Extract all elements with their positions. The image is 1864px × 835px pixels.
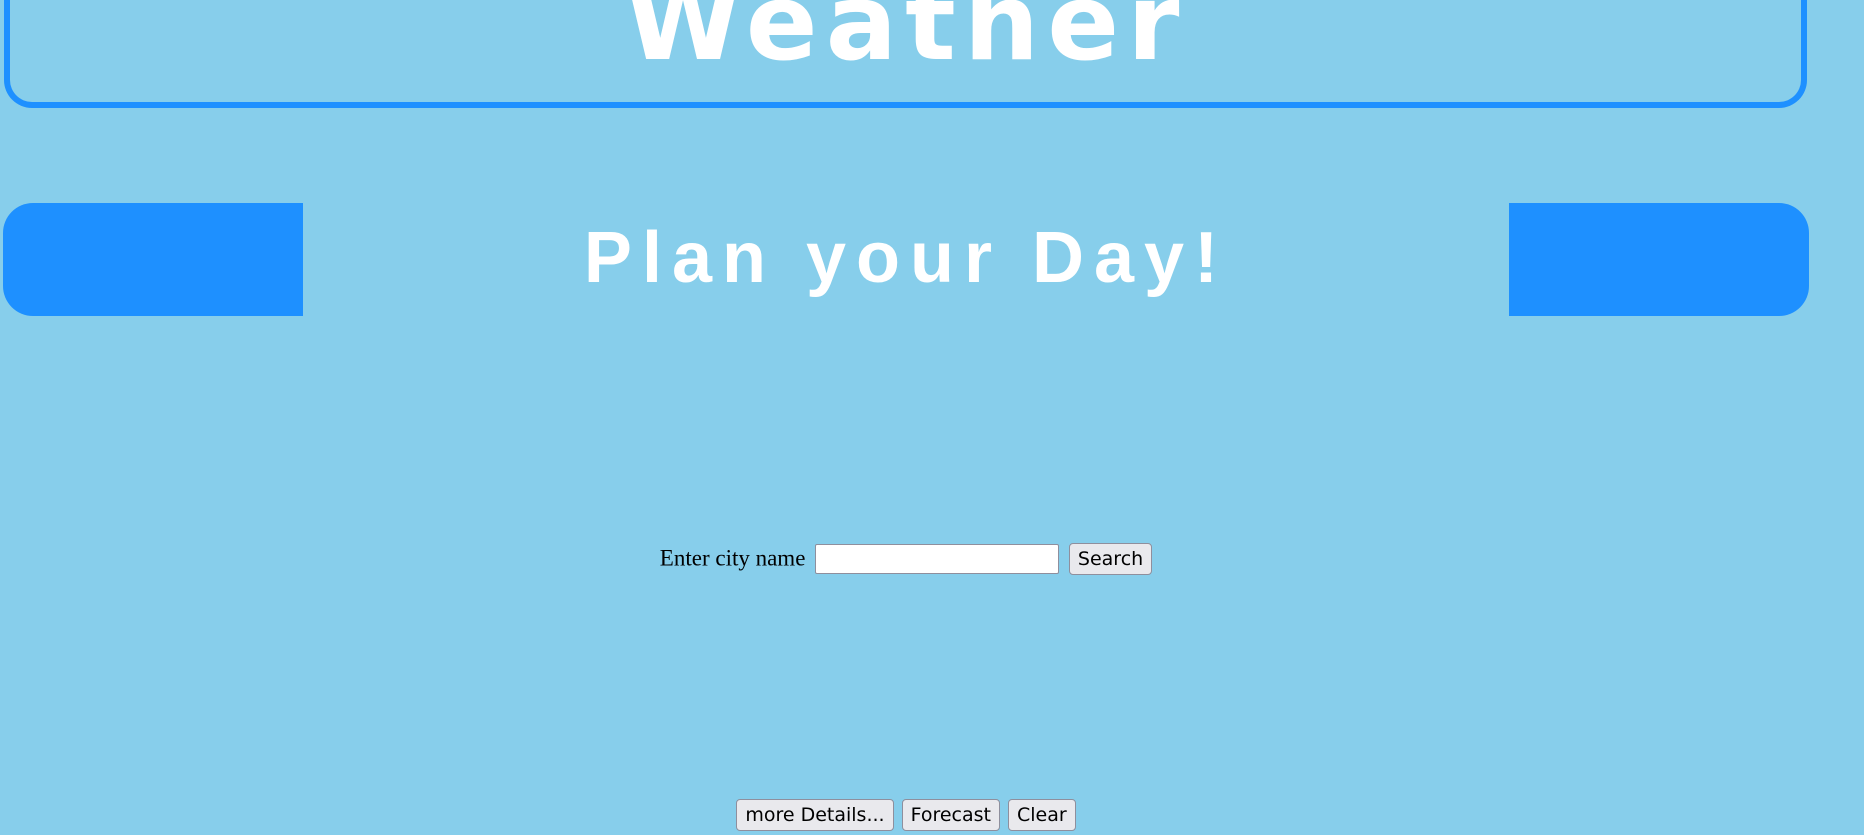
city-name-input[interactable] bbox=[815, 543, 1060, 574]
banner-tagline: Plan your Day! bbox=[583, 218, 1229, 298]
search-form: Enter city name Search bbox=[0, 540, 1812, 576]
action-buttons: more Details... Forecast Clear bbox=[0, 799, 1812, 831]
search-button[interactable]: Search bbox=[1068, 542, 1153, 575]
more-details-button[interactable]: more Details... bbox=[736, 799, 894, 831]
app-title: Weather bbox=[624, 0, 1188, 84]
clear-button[interactable]: Clear bbox=[1007, 799, 1076, 831]
forecast-button[interactable]: Forecast bbox=[901, 799, 1000, 831]
city-name-label: Enter city name bbox=[659, 545, 806, 571]
